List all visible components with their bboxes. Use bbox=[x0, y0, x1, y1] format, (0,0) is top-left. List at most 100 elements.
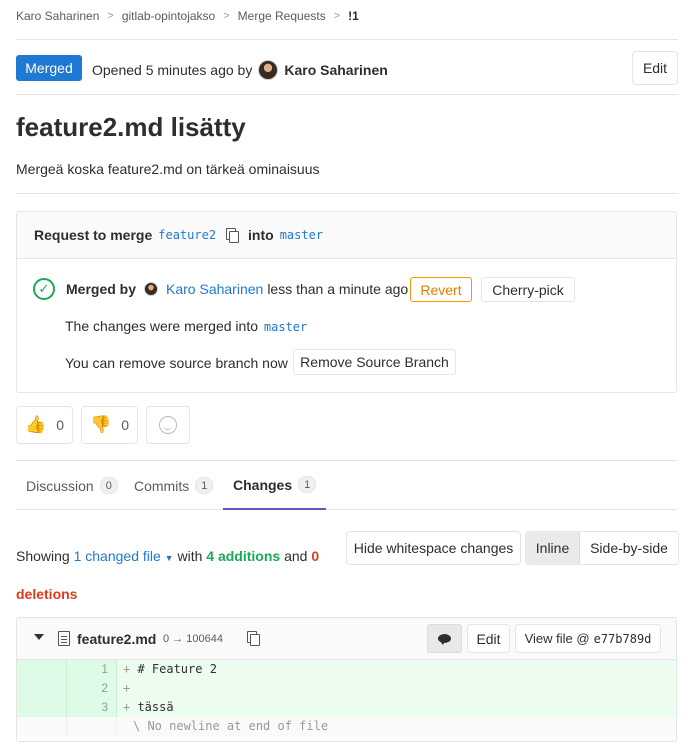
revert-button[interactable]: Revert bbox=[410, 277, 472, 302]
changed-files-dropdown[interactable]: 1 changed file ▼ bbox=[74, 548, 174, 564]
status-badge: Merged bbox=[16, 55, 82, 81]
merged-status-row: ✓ Merged by Karo Saharinen less than a m… bbox=[33, 278, 408, 300]
merge-widget: Request to merge feature2 into master ✓ … bbox=[16, 211, 677, 393]
diff-line-meta: \ No newline at end of file bbox=[17, 717, 676, 736]
breadcrumb: Karo Saharinen > gitlab-opintojakso > Me… bbox=[16, 9, 359, 23]
new-line-number[interactable]: 2 bbox=[67, 679, 117, 698]
inline-view-button[interactable]: Inline bbox=[526, 532, 580, 564]
copy-icon[interactable] bbox=[226, 228, 240, 243]
view-file-button[interactable]: View file @ e77b789d bbox=[515, 624, 661, 653]
thumbs-down-count: 0 bbox=[121, 417, 129, 433]
tab-count: 1 bbox=[298, 476, 317, 493]
merged-into-text: The changes were merged into master bbox=[65, 318, 307, 334]
tab-commits[interactable]: Commits 1 bbox=[134, 461, 214, 510]
edit-button[interactable]: Edit bbox=[632, 51, 678, 85]
breadcrumb-section[interactable]: Merge Requests bbox=[238, 9, 326, 23]
diff-line: 3 + tässä bbox=[17, 698, 676, 717]
merge-widget-header: Request to merge feature2 into master bbox=[17, 212, 676, 259]
avatar[interactable] bbox=[144, 282, 159, 296]
add-reaction-button[interactable] bbox=[146, 406, 190, 444]
new-line-number[interactable]: 3 bbox=[67, 698, 117, 717]
breadcrumb-user[interactable]: Karo Saharinen bbox=[16, 9, 99, 23]
breadcrumb-separator-icon: > bbox=[333, 10, 341, 22]
merged-into-branch[interactable]: master bbox=[264, 320, 307, 334]
diff-text: tässä bbox=[130, 700, 174, 714]
changed-files-label: 1 changed file bbox=[73, 548, 161, 564]
old-line-number[interactable] bbox=[17, 698, 67, 717]
diff-file: feature2.md 0 → 100644 Edit View file @ … bbox=[16, 617, 677, 742]
old-line-number[interactable] bbox=[17, 679, 67, 698]
thumbs-down-icon: 👎 bbox=[90, 415, 112, 434]
remove-source-text: You can remove source branch now bbox=[65, 355, 288, 371]
additions-count: 4 additions bbox=[206, 548, 281, 564]
and-label: and bbox=[284, 548, 308, 564]
mr-meta: Opened 5 minutes ago by Karo Saharinen bbox=[92, 60, 388, 80]
thumbs-down-award[interactable]: 👎 0 bbox=[81, 406, 138, 444]
smiley-icon bbox=[159, 416, 177, 434]
mr-description: Mergeä koska feature2.md on tärkeä omina… bbox=[16, 161, 320, 177]
avatar[interactable] bbox=[258, 60, 279, 80]
merged-by-user-link[interactable]: Karo Saharinen bbox=[166, 281, 263, 297]
request-to-merge-label: Request to merge bbox=[34, 227, 153, 243]
diff-code: + # Feature 2 bbox=[117, 660, 217, 679]
opened-text: Opened 5 minutes ago by bbox=[92, 62, 253, 78]
into-label: into bbox=[248, 227, 274, 243]
tab-discussion[interactable]: Discussion 0 bbox=[26, 461, 118, 510]
side-by-side-view-button[interactable]: Side-by-side bbox=[580, 532, 678, 564]
deletions-count: 0 bbox=[311, 548, 320, 564]
commit-sha: e77b789d bbox=[593, 631, 652, 646]
diff-summary: Showing 1 changed file ▼ with 4 addition… bbox=[16, 538, 336, 612]
merged-time: less than a minute ago bbox=[267, 281, 409, 297]
copy-icon[interactable] bbox=[247, 631, 260, 646]
diff-view-toggle: Inline Side-by-side bbox=[525, 531, 679, 565]
new-line-number bbox=[67, 717, 117, 736]
remove-source-branch-button[interactable]: Remove Source Branch bbox=[293, 349, 456, 375]
diff-text: # Feature 2 bbox=[130, 662, 217, 676]
thumbs-up-count: 0 bbox=[56, 417, 64, 433]
old-line-number bbox=[17, 717, 67, 736]
file-mode: 0 → 100644 bbox=[163, 633, 223, 645]
diff-code: + tässä bbox=[117, 698, 174, 717]
breadcrumb-separator-icon: > bbox=[223, 10, 230, 22]
diff-file-header: feature2.md 0 → 100644 Edit View file @ … bbox=[17, 618, 676, 660]
diff-line: 2 + bbox=[17, 679, 676, 698]
tab-count: 1 bbox=[195, 477, 214, 494]
tab-label: Commits bbox=[134, 477, 190, 494]
view-file-label: View file @ bbox=[524, 631, 590, 646]
breadcrumb-separator-icon: > bbox=[107, 10, 114, 22]
diff-line: 1 + # Feature 2 bbox=[17, 660, 676, 679]
tab-changes[interactable]: Changes 1 bbox=[223, 461, 327, 510]
divider bbox=[16, 39, 678, 40]
with-label: with bbox=[177, 548, 203, 564]
diff-code: + bbox=[117, 679, 130, 698]
divider bbox=[16, 94, 678, 95]
breadcrumb-project[interactable]: gitlab-opintojakso bbox=[122, 9, 215, 23]
cherry-pick-button[interactable]: Cherry-pick bbox=[481, 277, 575, 302]
caret-down-icon: ▼ bbox=[164, 553, 174, 563]
chevron-down-icon[interactable] bbox=[34, 634, 44, 640]
author-link[interactable]: Karo Saharinen bbox=[284, 62, 387, 78]
comment-icon bbox=[438, 634, 451, 645]
old-line-number[interactable] bbox=[17, 660, 67, 679]
tab-label: Changes bbox=[233, 476, 293, 493]
page-title: feature2.md lisätty bbox=[16, 112, 246, 142]
file-edit-button[interactable]: Edit bbox=[467, 624, 510, 653]
tab-count: 0 bbox=[99, 477, 118, 494]
file-icon bbox=[58, 631, 70, 646]
source-branch[interactable]: feature2 bbox=[158, 228, 216, 242]
file-name[interactable]: feature2.md bbox=[77, 631, 156, 647]
toggle-comments-button[interactable] bbox=[427, 624, 462, 653]
showing-label: Showing bbox=[16, 548, 70, 564]
no-newline-notice: \ No newline at end of file bbox=[133, 719, 329, 733]
mr-tabs: Discussion 0 Commits 1 Changes 1 bbox=[16, 460, 677, 510]
merged-into-label: The changes were merged into bbox=[65, 318, 258, 334]
check-circle-icon: ✓ bbox=[33, 278, 55, 300]
hide-whitespace-button[interactable]: Hide whitespace changes bbox=[346, 531, 521, 565]
tab-label: Discussion bbox=[26, 477, 94, 494]
breadcrumb-current[interactable]: !1 bbox=[348, 9, 359, 23]
new-line-number[interactable]: 1 bbox=[67, 660, 117, 679]
thumbs-up-award[interactable]: 👍 0 bbox=[16, 406, 73, 444]
target-branch[interactable]: master bbox=[280, 228, 323, 242]
divider bbox=[16, 193, 678, 194]
thumbs-up-icon: 👍 bbox=[25, 415, 47, 434]
